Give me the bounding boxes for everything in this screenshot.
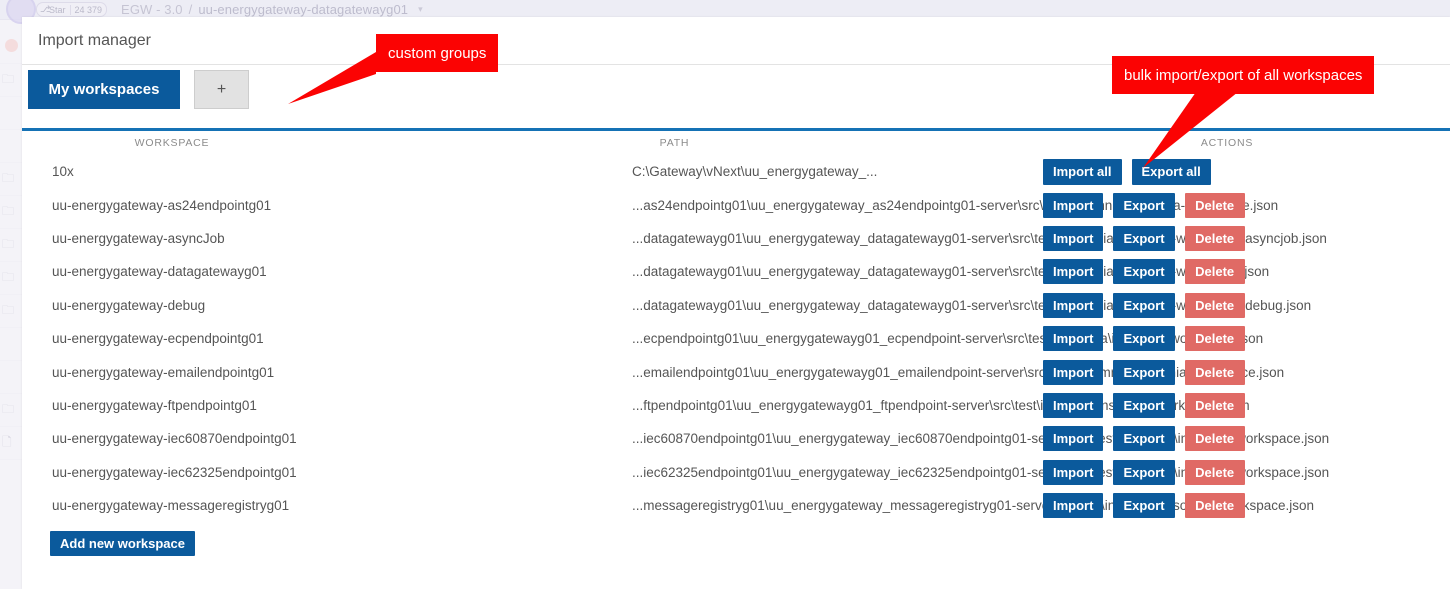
annotation-bulk-import-export: bulk import/export of all workspaces	[1112, 56, 1375, 94]
annotation-custom-groups: custom groups	[376, 34, 499, 72]
